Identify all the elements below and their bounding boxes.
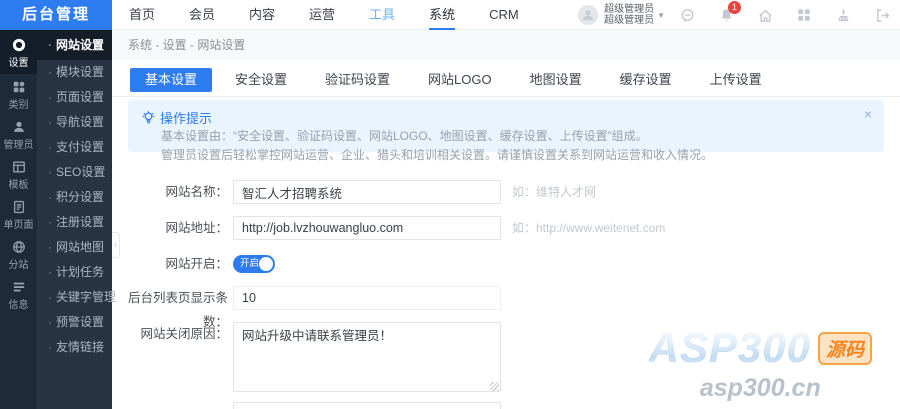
tab-map-settings[interactable]: 地图设置 (515, 68, 597, 92)
submenu-item-alerts[interactable]: 预警设置 (37, 310, 112, 335)
site-url-input[interactable] (233, 216, 501, 240)
tips-alert: 操作提示 基本设置由：“安全设置、验证码设置、网站LOGO、地图设置、缓存设置、… (128, 100, 884, 152)
close-icon[interactable]: × (864, 106, 872, 122)
tab-basic-settings[interactable]: 基本设置 (130, 68, 212, 92)
submenu-item-friend-links[interactable]: 友情链接 (37, 335, 112, 360)
rail-item-admin[interactable]: 管理员 (0, 114, 37, 154)
submenu-item-points-settings[interactable]: 积分设置 (37, 185, 112, 210)
rail-item-settings[interactable]: 设置 (0, 30, 37, 74)
bell-icon[interactable]: 1 (718, 7, 734, 23)
sidebar-rail: 设置 类别 管理员 模板 单页面 分站 信息 (0, 30, 37, 409)
alert-title: 操作提示 (160, 108, 212, 127)
alert-line2: 管理员设置后轻松掌控网站运营、企业、猎头和培训相关设置。请谨慎设置关系到网站运营… (161, 146, 870, 165)
rail-label: 设置 (1, 55, 36, 69)
main-content: 系统 - 设置 - 网站设置 基本设置 安全设置 验证码设置 网站LOGO 地图… (112, 30, 900, 409)
rail-item-single-page[interactable]: 单页面 (0, 194, 37, 234)
nav-tools[interactable]: 工具 (352, 0, 412, 30)
bulb-icon (142, 111, 155, 124)
submenu-item-payment-settings[interactable]: 支付设置 (37, 135, 112, 160)
site-open-toggle[interactable]: 开启 (233, 255, 275, 273)
message-icon[interactable] (679, 7, 695, 23)
broom-icon[interactable] (835, 7, 851, 23)
category-grid-icon (0, 79, 37, 95)
settings-tabs: 基本设置 安全设置 验证码设置 网站LOGO 地图设置 缓存设置 上传设置 (130, 68, 777, 92)
info-list-icon (0, 279, 37, 295)
alert-title-row: 操作提示 (142, 108, 870, 127)
nav-operations[interactable]: 运营 (292, 0, 352, 30)
nav-home[interactable]: 首页 (112, 0, 172, 30)
app-logo: 后台管理 (0, 0, 112, 30)
rail-label: 信息 (1, 297, 36, 311)
tab-upload-settings[interactable]: 上传设置 (695, 68, 777, 92)
nav-crm[interactable]: CRM (472, 0, 536, 30)
tab-security-settings[interactable]: 安全设置 (220, 68, 302, 92)
site-url-hint: 如：http://www.weitenet.com (512, 216, 665, 240)
top-navigation: 首页 会员 内容 运营 工具 系统 CRM (112, 0, 536, 30)
submenu-item-cron-tasks[interactable]: 计划任务 (37, 260, 112, 285)
apps-grid-icon[interactable] (796, 7, 812, 23)
top-header: 后台管理 首页 会员 内容 运营 工具 系统 CRM 超级管理员 超级管理员 ▼… (0, 0, 900, 30)
rail-label: 模板 (1, 177, 36, 191)
single-page-icon (0, 199, 37, 215)
close-reason-textarea[interactable] (233, 322, 501, 392)
rail-item-template[interactable]: 模板 (0, 154, 37, 194)
tab-captcha-settings[interactable]: 验证码设置 (310, 68, 405, 92)
rail-label: 类别 (1, 97, 36, 111)
user-name-line1: 超级管理员 (604, 4, 654, 15)
home-icon[interactable] (757, 7, 773, 23)
rail-label: 单页面 (1, 217, 36, 231)
nav-system[interactable]: 系统 (412, 0, 472, 30)
subsite-globe-icon (0, 239, 37, 255)
admin-user-icon (0, 119, 37, 135)
logout-icon[interactable] (874, 7, 890, 23)
avatar[interactable] (578, 5, 598, 25)
site-name-hint: 如：维特人才网 (512, 180, 596, 204)
rail-label: 分站 (1, 257, 36, 271)
rail-label: 管理员 (1, 137, 36, 151)
close-reason-label: 网站关闭原因： (112, 322, 228, 346)
submenu-item-sitemap[interactable]: 网站地图 (37, 235, 112, 260)
tab-divider (112, 96, 900, 97)
chevron-down-icon[interactable]: ▼ (657, 11, 665, 20)
user-name[interactable]: 超级管理员 超级管理员 (604, 4, 654, 26)
site-url-label: 网站地址： (112, 216, 228, 240)
list-rows-input[interactable] (233, 286, 501, 310)
gear-icon (0, 37, 37, 53)
submenu-item-module-settings[interactable]: 模块设置 (37, 60, 112, 85)
site-name-label: 网站名称： (112, 180, 228, 204)
tab-cache-settings[interactable]: 缓存设置 (605, 68, 687, 92)
rail-item-info[interactable]: 信息 (0, 274, 37, 314)
submenu-item-page-settings[interactable]: 页面设置 (37, 85, 112, 110)
toggle-on-text: 开启 (240, 255, 259, 273)
submenu-item-nav-settings[interactable]: 导航设置 (37, 110, 112, 135)
breadcrumb: 系统 - 设置 - 网站设置 (112, 30, 900, 60)
nav-content[interactable]: 内容 (232, 0, 292, 30)
submenu-item-seo-settings[interactable]: SEO设置 (37, 160, 112, 185)
submenu-item-register-settings[interactable]: 注册设置 (37, 210, 112, 235)
site-name-input[interactable] (233, 180, 501, 204)
rail-item-category[interactable]: 类别 (0, 74, 37, 114)
rail-item-subsite[interactable]: 分站 (0, 234, 37, 274)
notification-badge: 1 (728, 1, 741, 14)
submenu-item-site-settings[interactable]: 网站设置 (37, 30, 112, 60)
sidebar-collapse-handle[interactable]: ‹ (112, 232, 120, 258)
submenu-item-keywords[interactable]: 关键字管理 (37, 285, 112, 310)
site-open-label: 网站开启： (112, 252, 228, 276)
toggle-knob (259, 257, 273, 271)
user-name-line2: 超级管理员 (604, 15, 654, 26)
alert-line1: 基本设置由：“安全设置、验证码设置、网站LOGO、地图设置、缓存设置、上传设置”… (161, 127, 870, 146)
tab-site-logo[interactable]: 网站LOGO (413, 68, 507, 92)
nav-members[interactable]: 会员 (172, 0, 232, 30)
partial-bottom-input[interactable] (233, 402, 501, 409)
template-icon (0, 159, 37, 175)
sidebar-submenu: 网站设置 模块设置 页面设置 导航设置 支付设置 SEO设置 积分设置 注册设置… (37, 30, 112, 409)
